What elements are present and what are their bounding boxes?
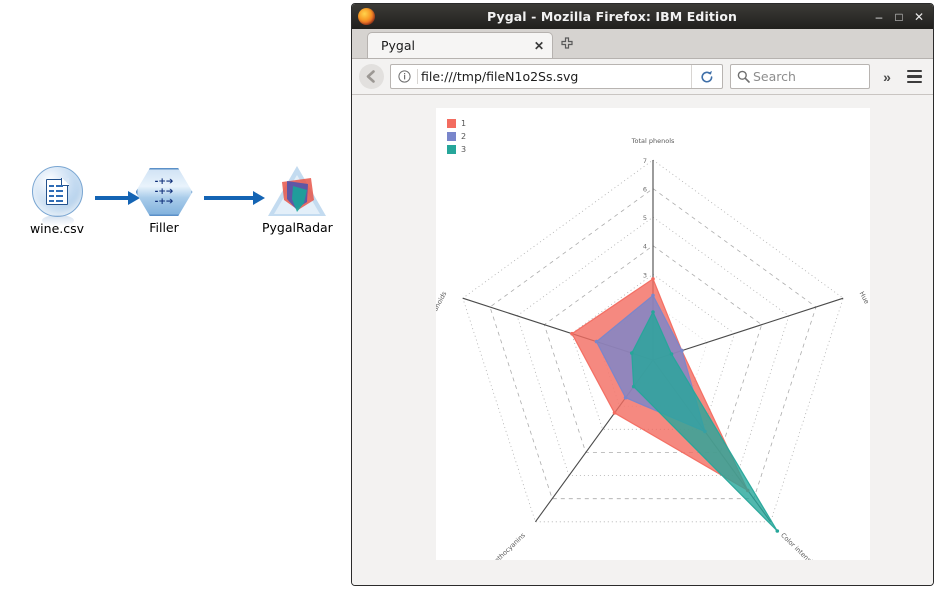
stream-canvas: wine.csv -+➔ -+➔ -+➔ Filler PygalRadar — [0, 0, 350, 594]
filler-hexagon-icon: -+➔ -+➔ -+➔ — [135, 168, 193, 216]
window-title: Pygal - Mozilla Firefox: IBM Edition — [486, 9, 738, 24]
legend-label: 2 — [461, 132, 467, 141]
legend-color-swatch — [447, 119, 456, 128]
legend-color-swatch — [447, 145, 456, 154]
search-icon — [737, 70, 750, 83]
radar-data-point[interactable] — [651, 293, 655, 298]
legend-label: 3 — [461, 145, 467, 154]
window-close-button[interactable]: ✕ — [909, 5, 929, 29]
stream-node-filler[interactable]: -+➔ -+➔ -+➔ Filler — [133, 168, 195, 235]
legend-label: 1 — [461, 119, 467, 128]
search-input[interactable]: Search — [730, 64, 870, 89]
csv-document-icon — [31, 166, 83, 226]
radar-tick-label: 4 — [643, 243, 647, 251]
radar-data-point[interactable] — [631, 384, 636, 389]
radar-tick-label: 7 — [643, 157, 647, 165]
firefox-window: Pygal - Mozilla Firefox: IBM Edition – □… — [351, 3, 934, 586]
back-button[interactable] — [359, 64, 384, 89]
tab-close-icon[interactable]: ✕ — [526, 39, 552, 53]
site-identity-icon[interactable] — [391, 70, 417, 83]
radar-chart-svg: 7 6 5 4 3 Total phenols Hue Color intensity Pro… — [425, 137, 871, 574]
radar-series-group — [570, 277, 780, 533]
connector-arrow-source-to-filler — [95, 191, 140, 205]
radar-tick-labels: 7 6 5 4 3 — [643, 157, 647, 279]
navigation-toolbar: file:///tmp/fileN1o2Ss.svg Search » — [352, 59, 933, 95]
radar-data-point[interactable] — [612, 411, 617, 415]
tab-strip: Pygal ✕ — [352, 29, 933, 59]
radar-tick-label: 3 — [643, 271, 647, 279]
window-minimize-button[interactable]: – — [869, 5, 889, 29]
hamburger-menu-icon[interactable] — [902, 69, 926, 84]
radar-data-point[interactable] — [651, 277, 655, 281]
radar-axis-label: Total phenols — [631, 137, 675, 145]
radar-tick-label: 5 — [643, 214, 647, 222]
radar-axis-label: Flavanoids — [436, 290, 449, 325]
radar-data-point[interactable] — [594, 339, 599, 344]
filler-row: -+➔ — [154, 177, 174, 187]
radar-data-point[interactable] — [630, 351, 634, 355]
radar-data-point[interactable] — [680, 348, 684, 353]
legend-color-swatch — [447, 132, 456, 141]
chart-legend: 1 2 3 — [447, 119, 466, 158]
stream-node-wine-csv[interactable]: wine.csv — [22, 166, 92, 236]
radar-axis-label: Hue — [858, 290, 870, 305]
pygal-radar-triangle-icon — [268, 166, 326, 216]
filler-row: -+➔ — [154, 187, 174, 197]
overflow-chevrons-icon[interactable]: » — [874, 69, 900, 85]
radar-data-point[interactable] — [623, 395, 628, 400]
tab-pygal[interactable]: Pygal ✕ — [367, 32, 553, 58]
url-bar[interactable]: file:///tmp/fileN1o2Ss.svg — [390, 64, 723, 89]
connector-arrow-filler-to-radar — [204, 191, 265, 205]
legend-item[interactable]: 3 — [447, 145, 466, 154]
window-titlebar: Pygal - Mozilla Firefox: IBM Edition – □… — [352, 4, 933, 29]
radar-data-point[interactable] — [775, 529, 780, 533]
radar-tick-label: 6 — [643, 186, 647, 194]
filler-row: -+➔ — [154, 197, 174, 207]
new-tab-icon[interactable] — [559, 37, 575, 53]
radar-data-point[interactable] — [651, 310, 655, 314]
legend-item[interactable]: 1 — [447, 119, 466, 128]
stream-node-label: Filler — [149, 220, 179, 235]
tab-label: Pygal — [381, 38, 416, 53]
reload-icon[interactable] — [691, 65, 722, 88]
stream-node-label: PygalRadar — [262, 220, 333, 235]
search-placeholder: Search — [753, 69, 796, 84]
radar-axis-label: Proanthocyanins — [483, 531, 528, 560]
browser-content-area: 7 6 5 4 3 Total phenols Hue Color intensity Pro… — [352, 95, 933, 585]
document-glyph — [46, 177, 69, 205]
window-maximize-button[interactable]: □ — [889, 5, 909, 29]
url-text[interactable]: file:///tmp/fileN1o2Ss.svg — [417, 69, 691, 84]
radar-data-point[interactable] — [669, 352, 674, 356]
stream-node-pygal-radar[interactable]: PygalRadar — [262, 166, 333, 235]
radar-axis-label: Color intensity — [779, 531, 819, 560]
pygal-radar-chart: 7 6 5 4 3 Total phenols Hue Color intensity Pro… — [425, 108, 871, 574]
radar-data-point[interactable] — [570, 331, 574, 336]
legend-item[interactable]: 2 — [447, 132, 466, 141]
